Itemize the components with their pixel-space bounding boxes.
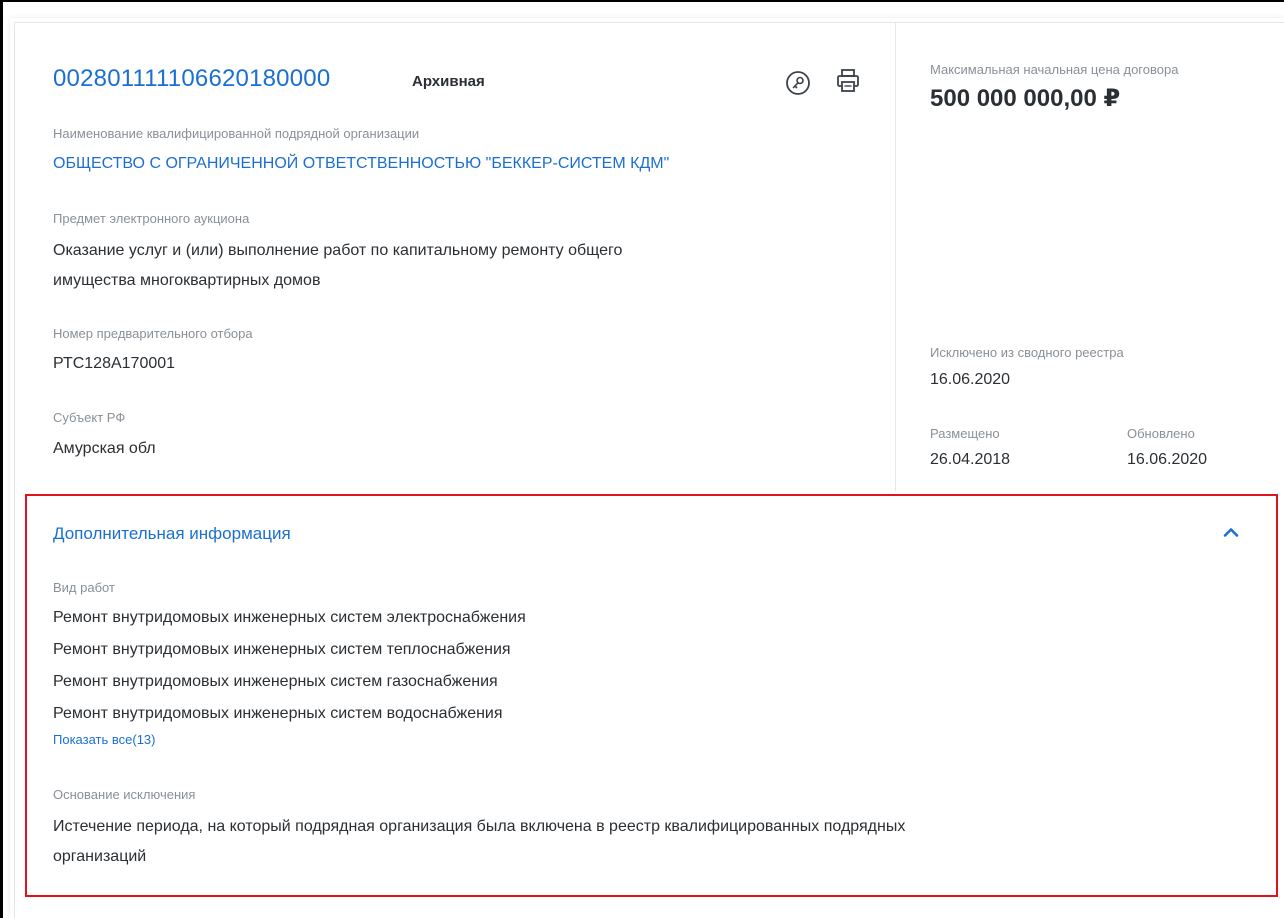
- column-divider: [895, 23, 896, 491]
- work-item: Ремонт внутридомовых инженерных систем г…: [53, 673, 498, 690]
- additional-info-toggle[interactable]: Дополнительная информация: [53, 524, 291, 544]
- work-item: Ремонт внутридомовых инженерных систем э…: [53, 609, 526, 626]
- subject-label: Предмет электронного аукциона: [53, 211, 250, 226]
- work-item: Ремонт внутридомовых инженерных систем в…: [53, 705, 503, 722]
- placed-date: 26.04.2018: [930, 451, 1011, 468]
- reason-label: Основание исключения: [53, 787, 196, 802]
- printer-icon[interactable]: [836, 68, 860, 94]
- organization-link[interactable]: ОБЩЕСТВО С ОГРАНИЧЕННОЙ ОТВЕТСТВЕННОСТЬЮ…: [53, 155, 669, 173]
- updated-label: Обновлено: [1127, 426, 1195, 441]
- reason-line-2: организаций: [53, 848, 147, 865]
- region-value: Амурская обл: [53, 440, 156, 457]
- placed-label: Размещено: [930, 426, 1000, 441]
- price-value: 500 000 000,00 ₽: [930, 85, 1121, 112]
- organization-label: Наименование квалифицированной подрядной…: [53, 126, 420, 141]
- key-icon[interactable]: [785, 70, 811, 96]
- work-item: Ремонт внутридомовых инженерных систем т…: [53, 641, 511, 658]
- window-frame-top: [0, 0, 1284, 2]
- price-label: Максимальная начальная цена договора: [930, 62, 1179, 77]
- status-badge: Архивная: [412, 73, 485, 90]
- preselection-value: РТС128А170001: [53, 355, 176, 372]
- subject-line-1: Оказание услуг и (или) выполнение работ …: [53, 242, 623, 259]
- show-all-link[interactable]: Показать все(13): [53, 732, 155, 747]
- preselection-label: Номер предварительного отбора: [53, 326, 253, 341]
- excluded-date: 16.06.2020: [930, 371, 1011, 388]
- works-label: Вид работ: [53, 580, 115, 595]
- reason-line-1: Истечение периода, на который подрядная …: [53, 818, 906, 835]
- lot-number-link[interactable]: 002801111106620180000: [53, 65, 330, 93]
- chevron-up-icon[interactable]: [1223, 525, 1239, 537]
- excluded-label: Исключено из сводного реестра: [930, 345, 1124, 360]
- window-frame-left: [0, 0, 3, 918]
- updated-date: 16.06.2020: [1127, 451, 1208, 468]
- region-label: Субъект РФ: [53, 410, 126, 425]
- subject-line-2: имущества многоквартирных домов: [53, 272, 321, 289]
